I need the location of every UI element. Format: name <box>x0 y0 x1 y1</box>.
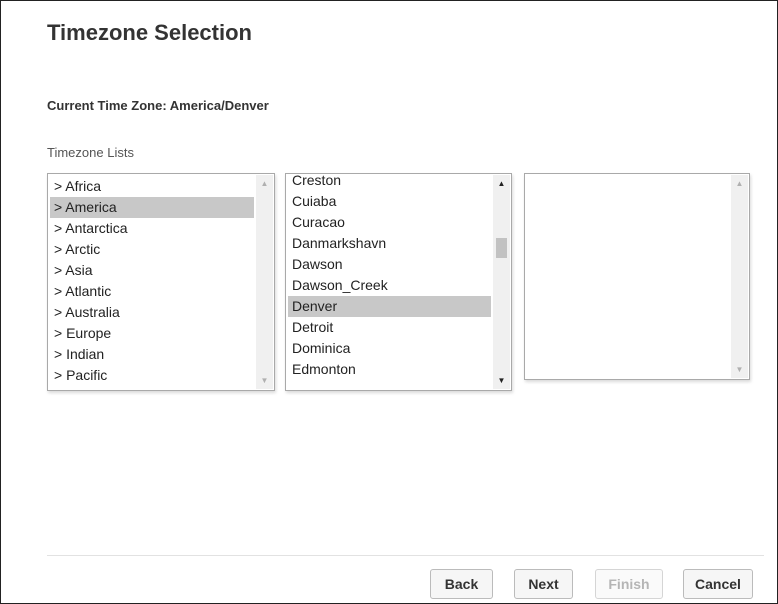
city-list-item[interactable]: Dawson_Creek <box>288 275 491 296</box>
city-list-item[interactable]: Creston <box>288 174 491 191</box>
scroll-up-arrow-icon[interactable]: ▲ <box>731 175 748 192</box>
footer-divider <box>47 555 764 556</box>
current-timezone-label: Current Time Zone: America/Denver <box>47 98 269 113</box>
city-list-item[interactable]: Denver <box>288 296 491 317</box>
region-list-item[interactable]: > America <box>50 197 254 218</box>
scroll-down-arrow-icon[interactable]: ▼ <box>256 372 273 389</box>
region-list-item[interactable]: > Antarctica <box>50 218 254 239</box>
city-list-item[interactable]: Danmarkshavn <box>288 233 491 254</box>
scroll-down-arrow-icon[interactable]: ▼ <box>493 372 510 389</box>
city-list-item[interactable]: Cuiaba <box>288 191 491 212</box>
city-list-item[interactable]: Dominica <box>288 338 491 359</box>
finish-button: Finish <box>595 569 663 599</box>
region-list-item[interactable]: > Atlantic <box>50 281 254 302</box>
subzone-listbox[interactable]: ▲ ▼ <box>524 173 750 380</box>
region-list-items: > Africa > America > Antarctica > Arctic… <box>50 176 254 386</box>
city-list-items: Creston Cuiaba Curacao Danmarkshavn Daws… <box>288 174 491 380</box>
region-list-item[interactable]: > Australia <box>50 302 254 323</box>
next-button[interactable]: Next <box>514 569 573 599</box>
region-list-item[interactable]: > Asia <box>50 260 254 281</box>
region-list-item[interactable]: > Europe <box>50 323 254 344</box>
subzone-list-scrollbar[interactable]: ▲ ▼ <box>731 175 748 378</box>
page-title: Timezone Selection <box>47 20 252 45</box>
city-list-scroll-thumb[interactable] <box>496 238 507 258</box>
region-list-scrollbar[interactable]: ▲ ▼ <box>256 175 273 389</box>
city-list-item[interactable]: Edmonton <box>288 359 491 380</box>
region-list-item[interactable]: > Africa <box>50 176 254 197</box>
city-list-scrollbar[interactable]: ▲ ▼ <box>493 175 510 389</box>
city-listbox[interactable]: Creston Cuiaba Curacao Danmarkshavn Daws… <box>285 173 512 391</box>
scroll-down-arrow-icon[interactable]: ▼ <box>731 361 748 378</box>
timezone-lists-label: Timezone Lists <box>47 145 134 160</box>
back-button[interactable]: Back <box>430 569 493 599</box>
city-list-item[interactable]: Dawson <box>288 254 491 275</box>
scroll-up-arrow-icon[interactable]: ▲ <box>256 175 273 192</box>
city-list-item[interactable]: Detroit <box>288 317 491 338</box>
city-list-item[interactable]: Curacao <box>288 212 491 233</box>
region-list-item[interactable]: > Arctic <box>50 239 254 260</box>
scroll-up-arrow-icon[interactable]: ▲ <box>493 175 510 192</box>
region-list-item[interactable]: > Pacific <box>50 365 254 386</box>
region-listbox[interactable]: > Africa > America > Antarctica > Arctic… <box>47 173 275 391</box>
cancel-button[interactable]: Cancel <box>683 569 753 599</box>
region-list-item[interactable]: > Indian <box>50 344 254 365</box>
